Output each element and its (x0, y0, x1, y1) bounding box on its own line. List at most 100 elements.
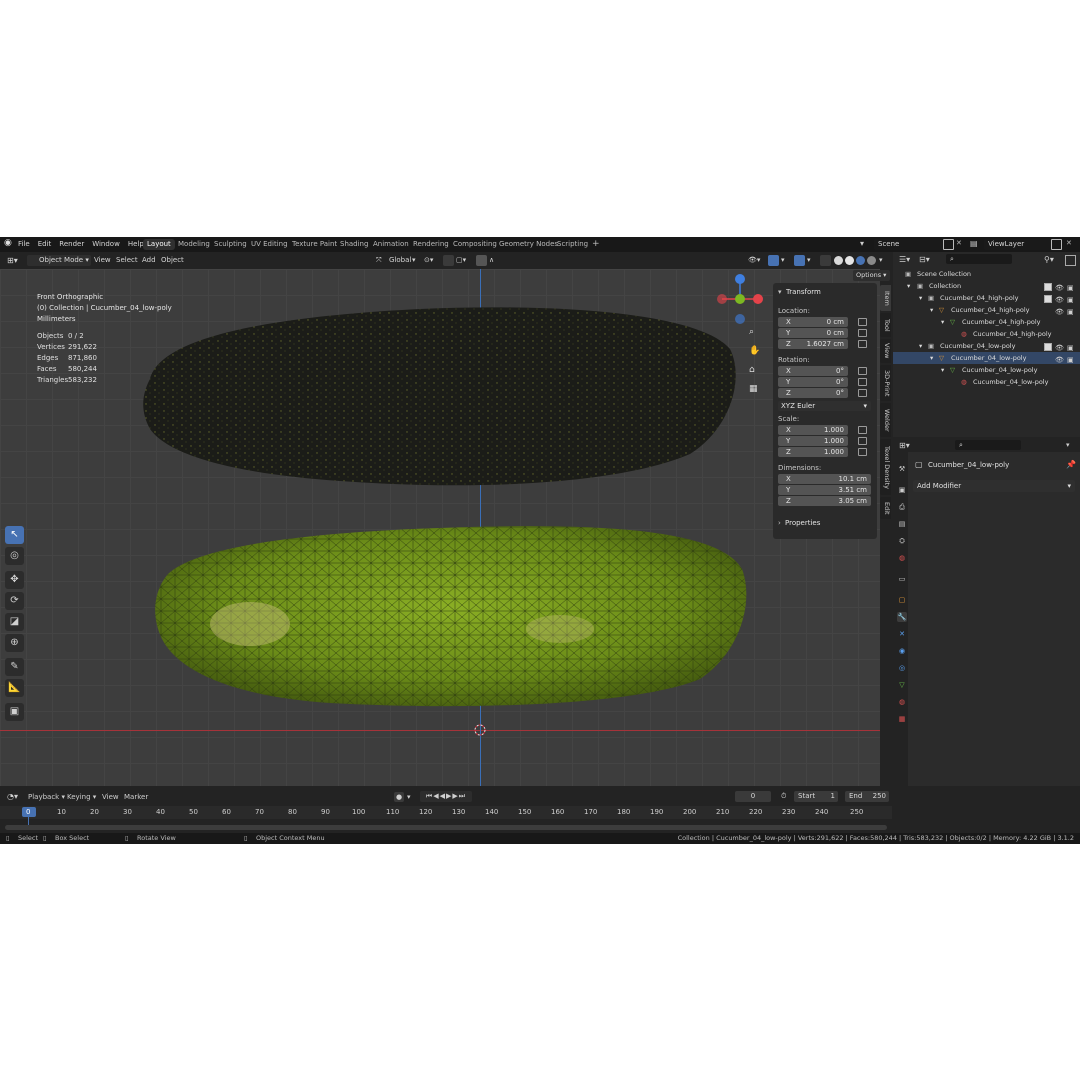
tab-texture-paint[interactable]: Texture Paint (288, 239, 341, 250)
outliner-row-scene-collection[interactable]: ▣ Scene Collection (893, 268, 1080, 280)
shading-chevron-icon[interactable]: ▾ (879, 255, 883, 266)
annotate-icon[interactable]: ✎ (5, 658, 24, 676)
lock-icon[interactable] (858, 329, 867, 337)
checkbox-icon[interactable] (1044, 295, 1052, 303)
zoom-icon[interactable]: ⌕ (749, 327, 763, 341)
copy-view-layer-icon[interactable] (1051, 239, 1062, 250)
collection-icon[interactable]: ▭ (897, 574, 907, 584)
object-icon[interactable]: ▢ (897, 595, 907, 605)
tab-shading[interactable]: Shading (336, 239, 372, 250)
shading-solid-icon[interactable] (845, 256, 854, 265)
tab-rendering[interactable]: Rendering (409, 239, 453, 250)
outliner-search-input[interactable]: ⌕ (946, 254, 1012, 264)
end-frame-field[interactable]: End 250 (845, 791, 889, 802)
outliner-row-high-poly-material[interactable]: ◍ Cucumber_04_high-poly (893, 328, 1080, 340)
output-icon[interactable]: ⎙ (897, 502, 907, 512)
dimension-y-field[interactable]: Y 3.51 cm (778, 485, 871, 495)
lock-icon[interactable] (858, 340, 867, 348)
dimension-x-field[interactable]: X 10.1 cm (778, 474, 871, 484)
render-icon[interactable]: ▣ (897, 485, 907, 495)
blender-logo-icon[interactable]: ◉ (4, 238, 12, 248)
keying-menu[interactable]: Keying ▾ (67, 793, 96, 801)
mesh-data-icon[interactable]: ▽ (897, 680, 907, 690)
location-y-field[interactable]: Y 0 cm (778, 328, 848, 338)
close-view-layer-icon[interactable]: ✕ (1066, 239, 1072, 247)
expand-icon[interactable]: ▾ (919, 292, 922, 304)
menu-render[interactable]: Render (55, 237, 88, 252)
navigation-gizmo[interactable] (714, 269, 766, 325)
tab-layout[interactable]: Layout (143, 239, 175, 250)
menu-file[interactable]: File (14, 237, 34, 252)
rotation-x-field[interactable]: X 0° (778, 366, 848, 376)
expand-icon[interactable]: ▾ (941, 316, 944, 328)
properties-header[interactable]: Properties (785, 519, 820, 527)
properties-chevron-icon[interactable]: › (778, 519, 781, 527)
scene-selector[interactable]: Scene (874, 239, 944, 250)
lock-icon[interactable] (858, 318, 867, 326)
tab-uv-editing[interactable]: UV Editing (247, 239, 292, 250)
outliner-row-low-poly-mesh[interactable]: ▾ ▽ Cucumber_04_low-poly (893, 364, 1080, 376)
location-z-field[interactable]: Z 1.6027 cm (778, 339, 848, 349)
move-icon[interactable]: ✥ (5, 571, 24, 589)
outliner-row-high-poly-object[interactable]: ▾ ▽ Cucumber_04_high-poly 👁 ▣ (893, 304, 1080, 316)
add-cube-icon[interactable]: ▣ (5, 703, 24, 721)
view-layer-icon[interactable]: ▤ (897, 519, 907, 529)
proportional-edit-icon[interactable] (476, 255, 487, 266)
lock-icon[interactable] (858, 378, 867, 386)
scene-icon[interactable]: ⛭ (897, 536, 907, 546)
scale-icon[interactable]: ◪ (5, 613, 24, 631)
transform-icon[interactable]: ⊕ (5, 634, 24, 652)
options-dropdown[interactable]: Options ▾ (853, 270, 890, 281)
timeline-view-menu[interactable]: View (102, 793, 119, 801)
lock-icon[interactable] (858, 426, 867, 434)
side-tab-texel-density[interactable]: Texel Density (880, 439, 891, 495)
dimension-z-field[interactable]: Z 3.05 cm (778, 496, 871, 506)
editor-type-icon[interactable]: ⊞▾ (7, 255, 18, 266)
outliner-row-low-poly-object[interactable]: ▾ ▽ Cucumber_04_low-poly 👁 ▣ (893, 352, 1080, 364)
copy-scene-icon[interactable] (943, 239, 954, 250)
cursor-icon[interactable]: ◎ (5, 547, 24, 565)
rotation-y-field[interactable]: Y 0° (778, 377, 848, 387)
hand-icon[interactable]: ✋ (749, 346, 763, 360)
wrench-icon[interactable]: 🔧 (897, 612, 907, 622)
shading-material-icon[interactable] (856, 256, 865, 265)
menu-edit[interactable]: Edit (34, 237, 56, 252)
stopwatch-icon[interactable]: ⏱ (781, 792, 786, 801)
timeline-editor-icon[interactable]: ◔▾ (7, 792, 18, 801)
falloff-icon[interactable]: ∧ (489, 255, 494, 266)
lock-icon[interactable] (858, 367, 867, 375)
rotation-z-field[interactable]: Z 0° (778, 388, 848, 398)
properties-editor-icon[interactable]: ⊞▾ (899, 441, 910, 450)
gizmo-chevron-icon[interactable]: ▾ (781, 255, 785, 266)
side-tab-3d-print[interactable]: 3D-Print (880, 365, 891, 401)
tab-sculpting[interactable]: Sculpting (210, 239, 251, 250)
checkbox-icon[interactable] (1044, 283, 1052, 291)
tool-icon[interactable]: ⚒ (897, 464, 907, 474)
scale-x-field[interactable]: X 1.000 (778, 425, 848, 435)
rotate-icon[interactable]: ⟳ (5, 592, 24, 610)
outliner-row-high-poly[interactable]: ▾ ▣ Cucumber_04_high-poly 👁 ▣ (893, 292, 1080, 304)
outliner-row-low-poly-material[interactable]: ◍ Cucumber_04_low-poly (893, 376, 1080, 388)
expand-icon[interactable]: ▾ (930, 304, 933, 316)
3d-viewport[interactable]: ↖ ◎ ✥ ⟳ ◪ ⊕ ✎ 📐 ▣ Front Orthographic (0)… (0, 269, 890, 786)
grid-icon[interactable]: ▦ (749, 384, 763, 398)
filter-display-icon[interactable]: ⊟▾ (919, 255, 930, 264)
filter-icon[interactable]: ⚲▾ (1044, 255, 1054, 264)
menu-select[interactable]: Select (116, 255, 138, 266)
add-workspace-button[interactable]: + (588, 239, 604, 250)
tab-scripting[interactable]: Scripting (553, 239, 592, 250)
start-frame-field[interactable]: Start 1 (794, 791, 838, 802)
texture-icon[interactable]: ▦ (897, 714, 907, 724)
tab-compositing[interactable]: Compositing (449, 239, 501, 250)
snap-target-icon[interactable]: ▢▾ (456, 255, 466, 266)
timeline-scrollbar[interactable] (5, 825, 887, 830)
tab-animation[interactable]: Animation (369, 239, 413, 250)
overlay-chevron-icon[interactable]: ▾ (807, 255, 811, 266)
physics-icon[interactable]: ◉ (897, 646, 907, 656)
menu-object[interactable]: Object (161, 255, 184, 266)
menu-view[interactable]: View (94, 255, 111, 266)
scale-y-field[interactable]: Y 1.000 (778, 436, 848, 446)
pivot-icon[interactable]: ⊙▾ (424, 255, 433, 266)
outliner-row-high-poly-mesh[interactable]: ▾ ▽ Cucumber_04_high-poly (893, 316, 1080, 328)
close-scene-icon[interactable]: ✕ (956, 239, 962, 247)
